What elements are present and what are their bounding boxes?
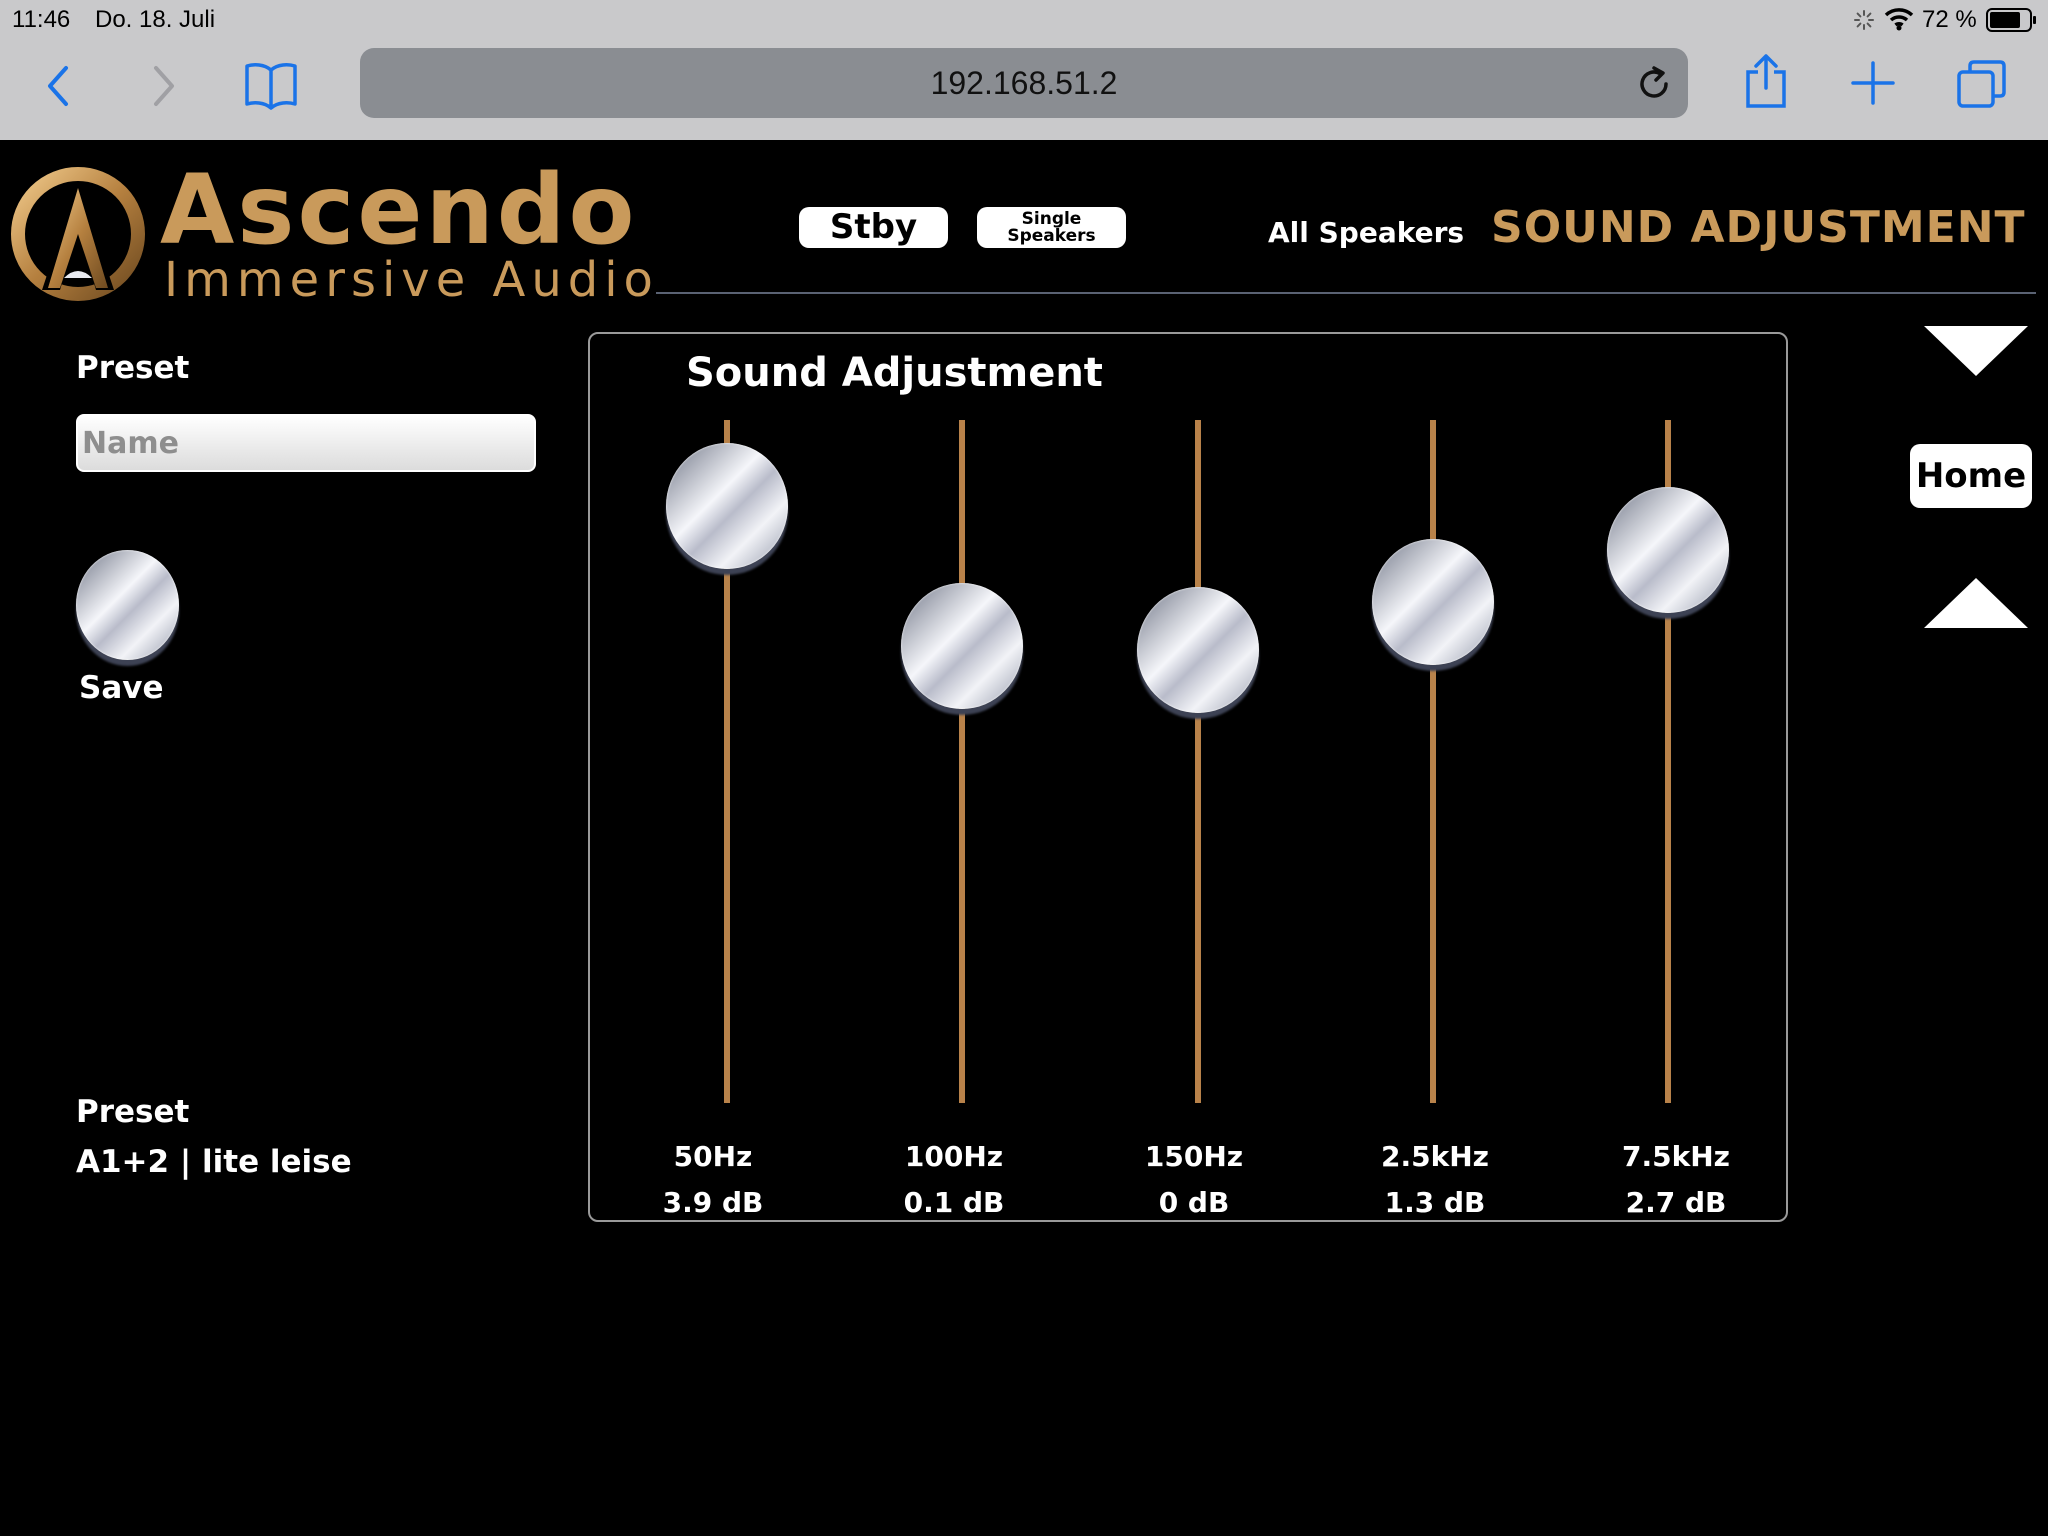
band-gain-value: 3.9 dB (662, 1186, 764, 1219)
band-gain-value: 0 dB (1158, 1186, 1230, 1219)
forward-icon[interactable] (150, 64, 178, 108)
save-button[interactable] (76, 550, 179, 660)
home-button[interactable]: Home (1910, 444, 2032, 508)
brand-name: Ascendo (160, 154, 638, 266)
single-speakers-button[interactable]: Single Speakers (977, 207, 1126, 248)
band-frequency-label: 7.5kHz (1622, 1140, 1730, 1173)
battery-percentage: 72 % (1922, 6, 1977, 33)
tabs-overview-icon[interactable] (1956, 58, 2008, 110)
scroll-down-arrow-icon[interactable] (1924, 326, 2028, 376)
status-bar: 11:46 Do. 18. Juli 72 % (0, 0, 2048, 40)
preset-name-input[interactable] (76, 414, 536, 472)
eq-slider-track[interactable] (1430, 420, 1436, 1103)
band-gain-value: 2.7 dB (1625, 1186, 1727, 1219)
speaker-scope-label: All Speakers (1268, 216, 1465, 249)
preset-label: Preset (76, 350, 190, 386)
share-icon[interactable] (1744, 52, 1788, 110)
back-icon[interactable] (44, 64, 72, 108)
reload-icon[interactable] (1634, 64, 1674, 104)
page-title: SOUND ADJUSTMENT (1491, 202, 2026, 253)
eq-slider-knob[interactable] (901, 583, 1023, 710)
eq-slider-track[interactable] (959, 420, 965, 1103)
band-frequency-label: 50Hz (673, 1140, 753, 1173)
battery-icon (1986, 8, 2036, 32)
bookmarks-icon[interactable] (244, 60, 298, 110)
band-frequency-label: 100Hz (904, 1140, 1004, 1173)
wifi-icon (1884, 8, 1914, 31)
band-frequency-label: 2.5kHz (1381, 1140, 1489, 1173)
eq-slider-knob[interactable] (1607, 487, 1729, 614)
status-time: 11:46 (12, 6, 71, 33)
eq-slider-knob[interactable] (1137, 587, 1259, 713)
single-speakers-label-line-2: Speakers (1007, 226, 1096, 246)
current-preset-value: A1+2 | lite leise (76, 1144, 352, 1180)
save-label: Save (79, 670, 164, 706)
url-text[interactable]: 192.168.51.2 (360, 48, 1688, 118)
ascendo-logo-icon (11, 167, 145, 301)
band-frequency-label: 150Hz (1144, 1140, 1244, 1173)
header-divider (656, 292, 2036, 294)
activity-spinner-icon (1854, 10, 1874, 30)
band-gain-value: 1.3 dB (1384, 1186, 1486, 1219)
current-preset-label: Preset (76, 1094, 190, 1130)
address-bar[interactable]: 192.168.51.2 (360, 48, 1688, 118)
scroll-up-arrow-icon[interactable] (1924, 578, 2028, 628)
eq-slider-knob[interactable] (1372, 538, 1494, 665)
standby-button[interactable]: Stby (799, 207, 948, 248)
panel-title: Sound Adjustment (686, 350, 1103, 396)
eq-slider-track[interactable] (1195, 420, 1201, 1103)
eq-slider-knob[interactable] (666, 442, 788, 569)
band-gain-value: 0.1 dB (903, 1186, 1005, 1219)
brand-tagline: Immersive Audio (164, 252, 659, 308)
new-tab-icon[interactable] (1850, 60, 1896, 106)
status-date: Do. 18. Juli (95, 6, 216, 33)
